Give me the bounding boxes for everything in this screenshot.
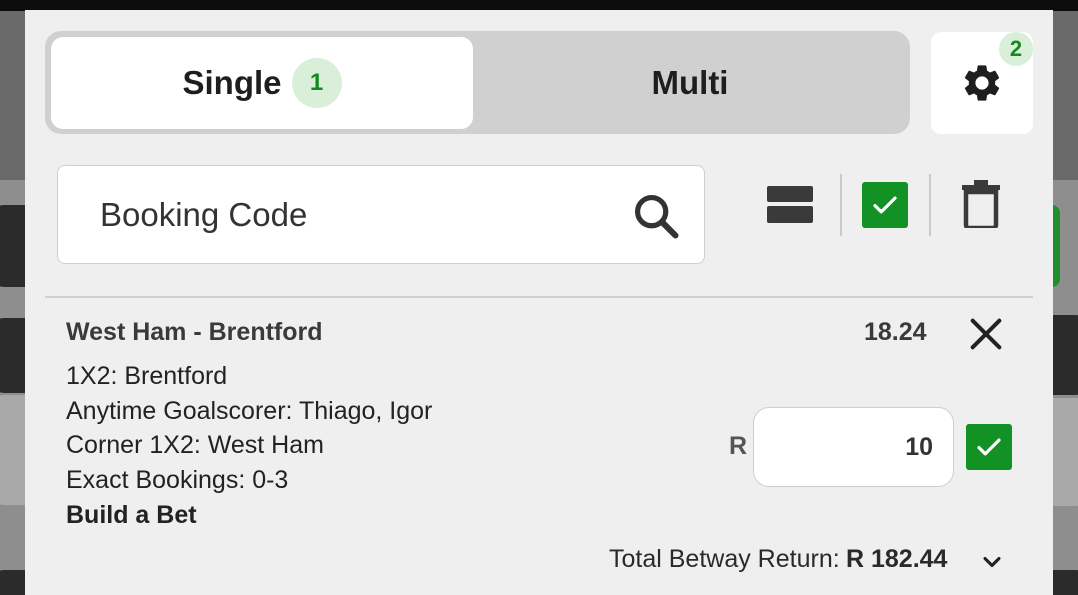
section-divider (45, 296, 1033, 298)
bet-select-checkbox[interactable] (966, 424, 1012, 470)
toolbar-divider (840, 174, 842, 236)
selection-item: Anytime Goalscorer: Thiago, Igor (66, 397, 433, 425)
tab-single[interactable]: Single 1 (51, 37, 473, 129)
bet-odds: 18.24 (864, 318, 927, 346)
bet-type-label: Build a Bet (66, 501, 197, 529)
stake-input[interactable] (753, 407, 954, 487)
checkmark-icon (873, 196, 897, 214)
checkmark-icon (977, 438, 1001, 456)
select-all-checkbox[interactable] (862, 182, 908, 228)
search-icon[interactable] (630, 190, 682, 242)
currency-label: R (729, 432, 748, 460)
collapse-icon[interactable] (767, 186, 813, 224)
trash-icon[interactable] (962, 180, 1000, 228)
bet-type-tabs: Single 1 Multi (45, 31, 910, 134)
selection-item: Exact Bookings: 0-3 (66, 466, 289, 494)
single-count-badge: 1 (291, 58, 342, 108)
tab-multi[interactable]: Multi (475, 37, 905, 129)
booking-code-input[interactable] (98, 166, 642, 264)
settings-button[interactable]: 2 (931, 32, 1033, 134)
booking-code-field (57, 165, 705, 264)
tab-single-label: Single (182, 64, 282, 101)
close-icon[interactable] (966, 314, 1006, 354)
total-return-value: R 182.44 (846, 545, 948, 573)
settings-count-badge: 2 (999, 32, 1033, 66)
toolbar-divider (929, 174, 931, 236)
match-title: West Ham - Brentford (66, 318, 323, 346)
selection-item: Corner 1X2: West Ham (66, 431, 324, 459)
tab-multi-label: Multi (651, 64, 729, 101)
gear-icon (964, 65, 1000, 101)
total-return-label: Total Betway Return: (609, 545, 840, 573)
chevron-down-icon[interactable] (978, 548, 1006, 576)
selection-item: 1X2: Brentford (66, 362, 228, 390)
